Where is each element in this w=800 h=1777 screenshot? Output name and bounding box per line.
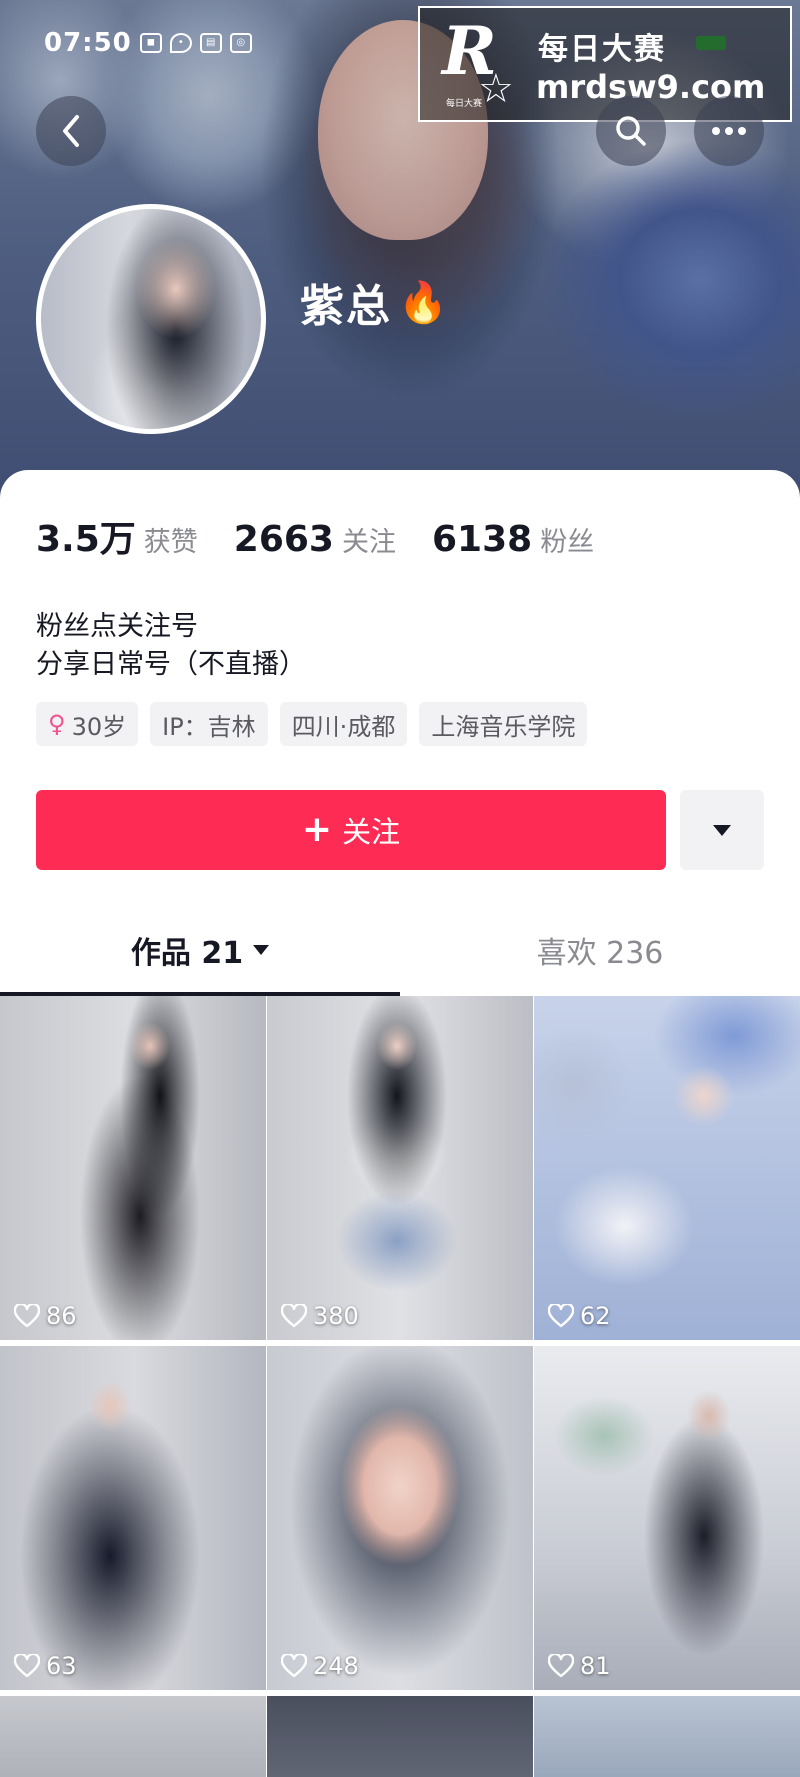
message-icon: ◎ (229, 33, 252, 53)
like-count-text: 380 (313, 1302, 359, 1330)
stat-likes: 3.5万 获赞 (36, 510, 198, 562)
heart-icon (548, 1304, 574, 1328)
avatar[interactable] (36, 204, 266, 434)
caret-down-icon (713, 824, 731, 836)
video-like-count: 63 (14, 1652, 77, 1680)
app-notification-icon: ▤ (199, 33, 222, 53)
video-thumbnail[interactable]: 62 (534, 996, 800, 1340)
heart-icon (281, 1304, 307, 1328)
follow-label: 关注 (342, 815, 401, 849)
video-like-count: 380 (281, 1302, 359, 1330)
more-button[interactable] (694, 96, 764, 166)
tag-text: 四川·成都 (291, 712, 396, 741)
profile-stats: 3.5万 获赞 2663 关注 6138 粉丝 (36, 510, 630, 562)
tab-likes[interactable]: 喜欢 236 (400, 910, 800, 990)
like-count-text: 81 (580, 1652, 611, 1680)
chevron-left-icon (63, 115, 79, 147)
location-icon: • (169, 33, 192, 53)
stat-value: 6138 (431, 519, 533, 560)
watermark-logo: R ☆ 每日大赛 (442, 12, 514, 112)
like-count-text: 62 (580, 1302, 611, 1330)
video-like-count: 248 (281, 1652, 359, 1680)
heart-icon (548, 1654, 574, 1678)
follow-button[interactable]: + 关注 (36, 790, 666, 870)
video-thumbnail[interactable] (534, 1696, 800, 1777)
search-icon (616, 116, 646, 146)
video-thumbnail[interactable]: 63 (0, 1346, 266, 1690)
tag-ip: IP：吉林 (150, 702, 268, 746)
tag-text: IP：吉林 (162, 712, 256, 741)
heart-icon (14, 1654, 40, 1678)
tag-school[interactable]: 上海音乐学院 (419, 702, 588, 746)
nickname-text: 紫总 (300, 281, 392, 332)
heart-icon (281, 1654, 307, 1678)
star-icon: ☆ (478, 66, 514, 112)
tag-age: ♀ 30岁 (36, 702, 139, 746)
video-thumbnail[interactable] (0, 1696, 266, 1777)
fire-icon: 🔥 (398, 279, 450, 326)
like-count-text: 86 (46, 1302, 77, 1330)
tag-text: 上海音乐学院 (431, 712, 576, 741)
plus-icon: + (301, 809, 333, 850)
watermark-logo-caption: 每日大赛 (446, 99, 483, 109)
bio-line: 分享日常号（不直播） (36, 649, 306, 680)
caret-down-icon (253, 945, 270, 955)
more-horizontal-icon (712, 127, 746, 135)
tag-text: 30岁 (71, 712, 127, 741)
female-icon: ♀ (48, 710, 66, 738)
video-like-count: 81 (548, 1652, 611, 1680)
tab-label: 喜欢 236 (536, 936, 664, 971)
profile-tabs: 作品 21 喜欢 236 (0, 910, 800, 990)
tab-label: 作品 21 (130, 936, 244, 971)
profile-tags: ♀ 30岁 IP：吉林 四川·成都 上海音乐学院 (36, 702, 588, 746)
video-thumbnail[interactable]: 86 (0, 996, 266, 1340)
video-like-count: 86 (14, 1302, 77, 1330)
stat-label: 关注 (341, 527, 396, 558)
stat-label: 粉丝 (540, 527, 595, 558)
stat-value: 3.5万 (36, 519, 136, 560)
heart-icon (14, 1304, 40, 1328)
video-thumbnail[interactable] (267, 1696, 533, 1777)
status-time: 07:50 (44, 28, 132, 58)
stat-label: 获赞 (143, 527, 198, 558)
bio-line: 粉丝点关注号 (36, 611, 198, 642)
video-grid: 86 380 62 63 248 81 (0, 996, 800, 1777)
stat-followers[interactable]: 6138 粉丝 (432, 519, 594, 560)
search-button[interactable] (596, 96, 666, 166)
status-bar: 07:50 ◼ • ▤ ◎ (44, 28, 252, 58)
stat-value: 2663 (233, 519, 334, 560)
stat-following[interactable]: 2663 关注 (234, 519, 396, 560)
video-like-count: 62 (548, 1302, 611, 1330)
video-thumbnail[interactable]: 81 (534, 1346, 800, 1690)
like-count-text: 248 (313, 1652, 359, 1680)
recommend-dropdown-button[interactable] (680, 790, 764, 870)
back-button[interactable] (36, 96, 106, 166)
video-thumbnail[interactable]: 248 (267, 1346, 533, 1690)
profile-bio: 粉丝点关注号 分享日常号（不直播） (36, 608, 306, 684)
tab-works[interactable]: 作品 21 (0, 910, 400, 990)
watermark-title: 每日大赛 (538, 32, 666, 67)
notification-icon: ◼ (139, 33, 162, 53)
profile-card: 3.5万 获赞 2663 关注 6138 粉丝 粉丝点关注号 分享日常号（不直播… (0, 470, 800, 1777)
like-count-text: 63 (46, 1652, 77, 1680)
video-thumbnail[interactable]: 380 (267, 996, 533, 1340)
tag-location[interactable]: 四川·成都 (279, 702, 408, 746)
nickname: 紫总 🔥 (300, 270, 450, 334)
